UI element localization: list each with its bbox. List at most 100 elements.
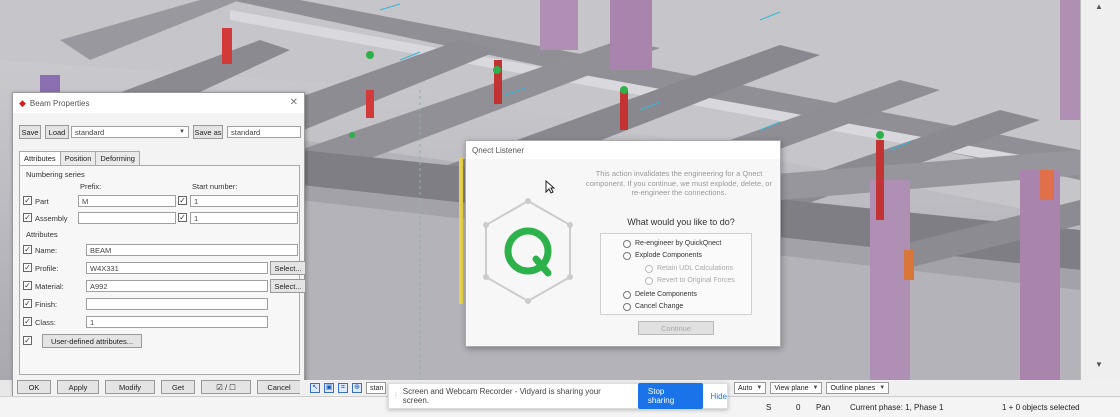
qnect-logo-icon [483,198,573,304]
name-label: Name: [35,246,58,255]
chevron-down-icon: ▼ [812,385,819,391]
attributes-panel: Numbering series Prefix: Start number: ✓… [19,165,306,375]
screen-share-bar: ⦙ Screen and Webcam Recorder - Vidyard i… [388,383,728,409]
auto-combo[interactable]: Auto ▼ [734,382,767,394]
cancel-change-label[interactable]: Cancel Change [635,303,683,310]
tab-attributes[interactable]: Attributes [19,151,61,165]
material-input[interactable]: A992 [86,280,268,292]
retain-udl-label: Retain UDL Calculations [657,265,733,272]
class-checkbox[interactable]: ✓ [23,317,32,326]
part-start-checkbox[interactable]: ✓ [178,196,187,205]
save-button[interactable]: Save [19,125,41,139]
delete-components-radio[interactable] [623,291,631,299]
outline-planes-value: Outline planes [830,384,876,392]
tab-deforming[interactable]: Deforming [95,151,140,165]
profile-input[interactable]: W4X331 [86,262,268,274]
status-pan: Pan [816,403,831,412]
attributes-header: Attributes [26,230,58,239]
ok-button[interactable]: OK [17,380,51,394]
profile-label: Profile: [35,264,59,273]
hide-button[interactable]: Hide [711,392,727,401]
save-as-input[interactable]: standard [227,126,301,138]
selection-highlight [459,158,463,304]
cancel-button[interactable]: Cancel [257,380,301,394]
status-s: S [766,403,772,412]
user-defined-checkbox[interactable]: ✓ [23,336,32,345]
scroll-up-icon[interactable]: ▲ [1095,2,1103,11]
scroll-down-icon[interactable]: ▼ [1095,360,1103,369]
part-prefix-input[interactable]: M [78,195,176,207]
select-tool-icon[interactable]: ▣ [324,383,334,393]
view-plane-combo[interactable]: View plane ▼ [770,382,823,394]
beam-dialog-title: Beam Properties [29,98,90,108]
tekla-app-icon: ◆ [19,97,26,108]
delete-components-label[interactable]: Delete Components [635,291,697,298]
explode-radio[interactable] [623,252,631,260]
name-checkbox[interactable]: ✓ [23,245,32,254]
finish-checkbox[interactable]: ✓ [23,299,32,308]
share-text: Screen and Webcam Recorder - Vidyard is … [402,387,601,405]
profile-checkbox[interactable]: ✓ [23,263,32,272]
qnect-question: What would you like to do? [627,217,735,227]
close-icon[interactable]: ✕ [290,97,298,108]
status-phase: Current phase: 1, Phase 1 [850,403,944,412]
qnect-listener-dialog: Qnect Listener This action invalidates t… [465,140,781,347]
explode-label[interactable]: Explode Components [635,252,702,259]
material-label: Material: [35,282,64,291]
snap-tool-icon[interactable]: ⌗ [338,383,348,393]
material-checkbox[interactable]: ✓ [23,281,32,290]
chevron-down-icon: ▼ [756,385,763,391]
zoom-tool-icon[interactable]: ⊕ [352,383,362,393]
standard-combo[interactable]: stan [366,382,386,394]
prefix-label: Prefix: [80,182,102,191]
assembly-start-checkbox[interactable]: ✓ [178,213,187,222]
modify-button[interactable]: Modify [105,380,155,394]
drag-handle-icon[interactable]: ⦙ [395,391,397,401]
mouse-cursor-icon [545,180,555,194]
beam-dialog-titlebar[interactable]: ◆ Beam Properties ✕ [13,93,304,113]
apply-button[interactable]: Apply [57,380,99,394]
preset-value: standard [75,127,105,137]
profile-select-button[interactable]: Select... [270,261,306,275]
vertical-scrollbar[interactable]: ▲ ▼ [1080,0,1120,380]
re-engineer-label[interactable]: Re-engineer by QuickQnect [635,240,721,247]
stop-sharing-button[interactable]: Stop sharing [637,383,703,409]
preset-select[interactable]: standard ▼ [71,126,189,138]
part-label: Part [35,197,49,206]
toggle-all-button[interactable]: ☑ / ☐ [201,380,251,394]
material-select-button[interactable]: Select... [270,279,306,293]
re-engineer-radio[interactable] [623,240,631,248]
assembly-start-input[interactable]: 1 [190,212,298,224]
tab-bar: Attributes Position Deforming [19,151,140,165]
assembly-label: Assembly [35,214,68,223]
outline-planes-combo[interactable]: Outline planes ▼ [826,382,890,394]
part-start-input[interactable]: 1 [190,195,298,207]
finish-input[interactable] [86,298,268,310]
chevron-down-icon: ▼ [179,129,185,135]
auto-combo-value: Auto [738,384,753,392]
cancel-change-radio[interactable] [623,303,631,311]
save-as-button[interactable]: Save as [193,125,223,139]
numbering-series-header: Numbering series [26,170,85,179]
part-checkbox[interactable]: ✓ [23,196,32,205]
revert-forces-radio[interactable] [645,277,653,285]
tab-position[interactable]: Position [59,151,97,165]
continue-button[interactable]: Continue [638,321,714,335]
name-input[interactable]: BEAM [86,244,298,256]
status-zero: 0 [796,403,801,412]
assembly-checkbox[interactable]: ✓ [23,213,32,222]
finish-label: Finish: [35,300,58,309]
revert-forces-label: Revert to Original Forces [657,277,735,284]
load-button[interactable]: Load [45,125,69,139]
arrow-tool-icon[interactable]: ↖ [310,383,320,393]
user-defined-attributes-button[interactable]: User-defined attributes... [42,334,142,348]
qnect-dialog-title: Qnect Listener [466,141,780,159]
assembly-prefix-input[interactable] [78,212,176,224]
class-input[interactable]: 1 [86,316,268,328]
qnect-message: This action invalidates the engineering … [586,169,772,197]
beam-properties-dialog: ◆ Beam Properties ✕ Save Load standard ▼… [12,92,306,398]
get-button[interactable]: Get [161,380,195,394]
retain-udl-radio[interactable] [645,265,653,273]
status-selected: 1 + 0 objects selected [1002,403,1080,412]
view-plane-value: View plane [774,384,809,392]
